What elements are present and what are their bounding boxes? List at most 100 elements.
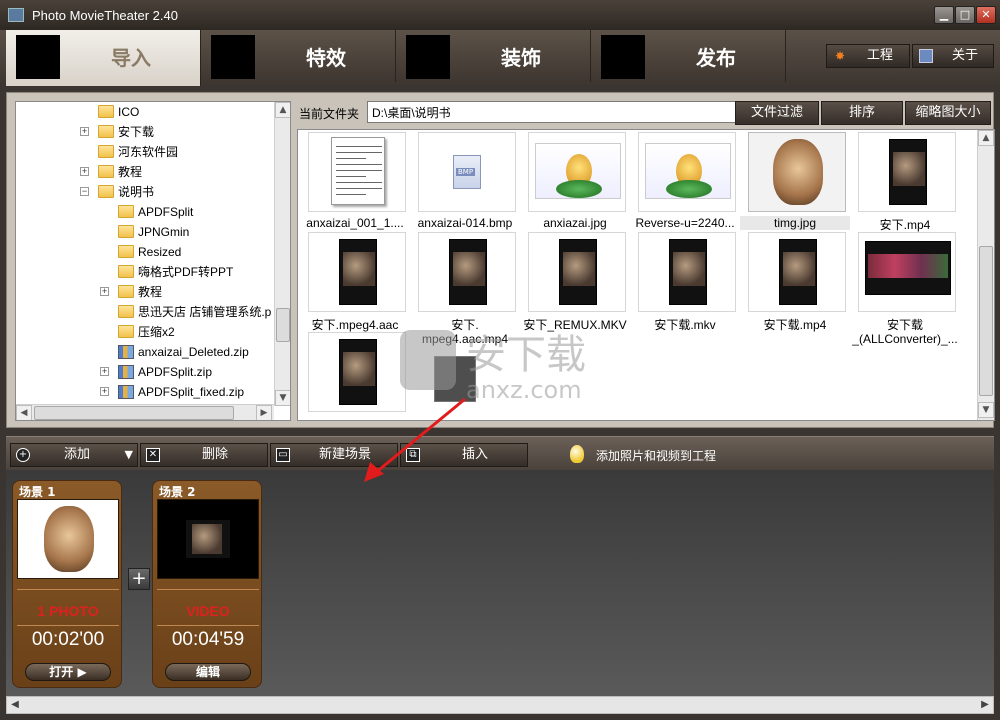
folder-icon — [118, 205, 134, 218]
sort-button[interactable]: 排序 — [821, 101, 903, 125]
video-thumb — [889, 139, 927, 205]
scroll-up-icon[interactable]: ▲ — [978, 130, 994, 146]
minimize-button[interactable]: ▁ — [934, 6, 954, 24]
file-thumbnail — [308, 232, 406, 312]
file-thumbnail — [858, 132, 956, 212]
scroll-down-icon[interactable]: ▼ — [275, 390, 290, 406]
scroll-thumb[interactable] — [34, 406, 234, 420]
scene-duration: 00:02'00 — [31, 629, 105, 650]
scroll-left-icon[interactable]: ◀ — [7, 697, 23, 713]
open-scene-button[interactable]: 打开 ▶ — [25, 663, 111, 681]
tab-thumbnail — [601, 35, 645, 79]
about-button[interactable]: 关于 — [912, 44, 994, 68]
folder-tree[interactable]: ICO + 安下载 河东软件园 + 教程 − 说明书 APDFSplit JPNGmin Resiz… — [15, 101, 291, 421]
file-item[interactable]: 安下载.mkv — [630, 232, 740, 332]
tree-item-label: ICO — [118, 105, 140, 119]
tree-item-label: APDFSplit.zip — [138, 365, 213, 379]
folder-icon — [118, 305, 134, 318]
file-item[interactable]: BMP anxaizai-014.bmp — [410, 132, 520, 232]
file-item[interactable]: anxaizai_001_1.... — [300, 132, 410, 232]
scene-card-1[interactable]: 场景 1 1 PHOTO 00:02'00 打开 ▶ — [12, 480, 122, 688]
timeline-scrollbar[interactable]: ◀ ▶ — [6, 696, 994, 714]
lightbulb-icon — [570, 445, 584, 463]
tree-item-label: 河东软件园 — [118, 145, 179, 159]
project-button[interactable]: ✸ 工程 — [826, 44, 910, 68]
file-thumbnail — [748, 232, 846, 312]
add-button[interactable]: + 添加 ▼ — [10, 443, 138, 467]
delete-button[interactable]: ✕ 删除 — [140, 443, 268, 467]
divider — [157, 589, 259, 590]
video-frame — [186, 520, 230, 558]
expand-icon[interactable]: + — [100, 367, 109, 376]
about-button-label: 关于 — [951, 48, 978, 63]
file-item[interactable]: anxiazai.jpg — [520, 132, 630, 232]
expand-icon[interactable]: + — [80, 127, 89, 136]
maximize-button[interactable]: □ — [955, 6, 975, 24]
thumbnail-size-button[interactable]: 缩略图大小 — [905, 101, 991, 125]
drag-arrow-icon — [364, 397, 466, 482]
scroll-thumb[interactable] — [979, 246, 993, 396]
tree-item-label: 压缩x2 — [138, 325, 175, 339]
tree-vertical-scrollbar[interactable]: ▲ ▼ — [274, 102, 290, 406]
file-item[interactable]: Reverse-u=2240... — [630, 132, 740, 232]
image-thumb — [645, 143, 731, 199]
video-face — [192, 524, 222, 554]
video-face — [343, 252, 375, 286]
video-face — [453, 252, 485, 286]
tab-decorate[interactable]: 装饰 — [396, 30, 591, 82]
video-thumb — [559, 239, 597, 305]
scroll-down-icon[interactable]: ▼ — [978, 402, 994, 418]
zip-icon — [118, 385, 134, 399]
video-scene — [868, 254, 948, 278]
tree-item-label: 嗨格式PDF转PPT — [138, 265, 234, 279]
folder-icon — [118, 225, 134, 238]
file-item[interactable]: 安下载 _(ALLConverter)_... — [850, 232, 960, 346]
file-filter-button[interactable]: 文件过滤 — [735, 101, 819, 125]
tab-effects[interactable]: 特效 — [201, 30, 396, 82]
expand-icon[interactable]: + — [100, 287, 109, 296]
file-item[interactable]: timg.jpg — [740, 132, 850, 232]
tab-thumbnail — [406, 35, 450, 79]
video-face — [893, 152, 925, 186]
close-button[interactable]: ✕ — [976, 6, 996, 24]
tree-item-label: APDFSplit — [138, 205, 194, 219]
path-input[interactable] — [367, 101, 739, 123]
add-transition-button[interactable]: + — [128, 568, 150, 590]
tree-horizontal-scrollbar[interactable]: ◀ ▶ — [16, 404, 274, 420]
delete-button-label: 删除 — [201, 447, 228, 462]
file-thumbnail — [308, 132, 406, 212]
file-item[interactable]: 安下载.mp4 — [740, 232, 850, 332]
file-name: 安下载 — [886, 318, 923, 332]
scroll-up-icon[interactable]: ▲ — [275, 102, 290, 118]
zip-icon — [118, 345, 134, 359]
tab-import[interactable]: 导入 — [6, 30, 201, 86]
collapse-icon[interactable]: − — [80, 187, 89, 196]
video-thumb — [669, 239, 707, 305]
edit-scene-button[interactable]: 编辑 — [165, 663, 251, 681]
scroll-right-icon[interactable]: ▶ — [256, 405, 272, 420]
expand-icon[interactable]: + — [100, 387, 109, 396]
scroll-thumb[interactable] — [276, 308, 290, 342]
dog-image — [44, 506, 94, 572]
scroll-right-icon[interactable]: ▶ — [977, 697, 993, 713]
file-item[interactable]: 安下.mp4 — [850, 132, 960, 232]
file-name: 安下载.mkv — [654, 318, 716, 332]
folder-icon — [98, 105, 114, 118]
folder-icon — [98, 125, 114, 138]
video-thumb — [865, 241, 951, 295]
scene-card-2[interactable]: 场景 2 VIDEO 00:04'59 编辑 — [152, 480, 262, 688]
tab-publish[interactable]: 发布 — [591, 30, 786, 82]
divider — [157, 625, 259, 626]
video-thumb — [779, 239, 817, 305]
file-name-line2: _(ALLConverter)_... — [852, 332, 958, 346]
scene-type: 1 PHOTO — [37, 603, 99, 619]
image-icon: ▭ — [276, 448, 290, 462]
file-thumbnail — [858, 232, 956, 312]
scroll-left-icon[interactable]: ◀ — [16, 405, 32, 420]
grid-vertical-scrollbar[interactable]: ▲ ▼ — [977, 130, 994, 420]
watermark-logo: 安下载 anxz.com — [400, 330, 586, 404]
file-thumbnail — [638, 232, 736, 312]
title-bar: Photo MovieTheater 2.40 ▁ □ ✕ — [0, 0, 1000, 30]
scene-timeline[interactable]: 场景 1 1 PHOTO 00:02'00 打开 ▶ + 场景 2 VIDEO … — [6, 470, 994, 696]
expand-icon[interactable]: + — [80, 167, 89, 176]
